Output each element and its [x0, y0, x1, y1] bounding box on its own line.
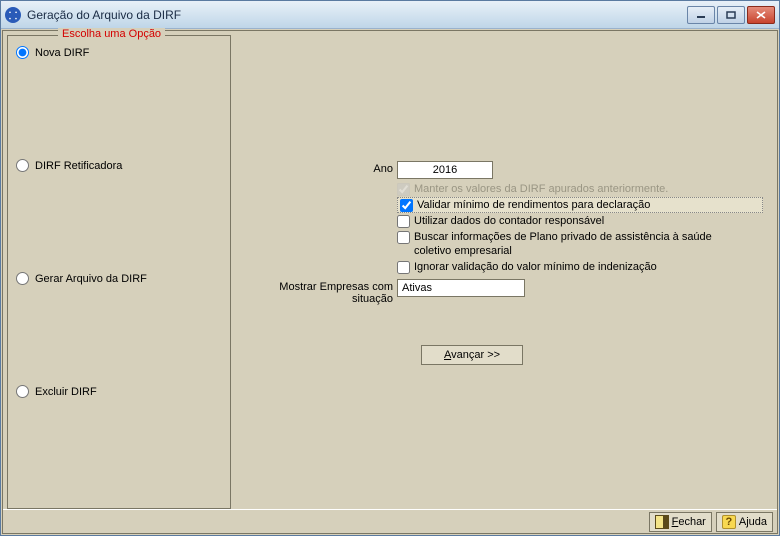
ajuda-button[interactable]: ? Ajuda	[716, 512, 773, 532]
radio-input-excluir-dirf[interactable]	[16, 385, 29, 398]
radio-label: Excluir DIRF	[35, 386, 97, 398]
form-area: Ano Manter os valores da DIRF apurados a…	[241, 161, 763, 365]
main-area: Escolha uma Opção Nova DIRF DIRF Retific…	[3, 31, 777, 509]
radio-gerar-arquivo[interactable]: Gerar Arquivo da DIRF	[16, 272, 222, 285]
checkbox-validar-minimo[interactable]	[400, 199, 413, 212]
checkbox-ignorar-validacao[interactable]	[397, 261, 410, 274]
checkbox-label: Ignorar validação do valor mínimo de ind…	[414, 260, 657, 274]
client-area: Escolha uma Opção Nova DIRF DIRF Retific…	[2, 30, 778, 534]
check-validar-minimo[interactable]: Validar mínimo de rendimentos para decla…	[397, 197, 763, 213]
ano-input[interactable]	[397, 161, 493, 179]
radio-dirf-retificadora[interactable]: DIRF Retificadora	[16, 159, 222, 172]
radio-nova-dirf[interactable]: Nova DIRF	[16, 46, 222, 59]
checkbox-buscar-plano[interactable]	[397, 231, 410, 244]
maximize-button[interactable]	[717, 6, 745, 24]
window: ⸬ Geração do Arquivo da DIRF Escolha uma…	[0, 0, 780, 536]
row-ano: Ano	[241, 161, 763, 179]
row-mostrar: Mostrar Empresas com situação	[241, 279, 763, 305]
window-title: Geração do Arquivo da DIRF	[27, 8, 181, 22]
maximize-icon	[726, 11, 736, 19]
radio-input-gerar-arquivo[interactable]	[16, 272, 29, 285]
check-ignorar-validacao[interactable]: Ignorar validação do valor mínimo de ind…	[397, 259, 763, 275]
app-icon: ⸬	[5, 7, 21, 23]
door-icon	[655, 515, 669, 529]
close-button[interactable]	[747, 6, 775, 24]
checkbox-label: Manter os valores da DIRF apurados anter…	[414, 182, 668, 196]
situacao-input[interactable]	[397, 279, 525, 297]
check-buscar-plano[interactable]: Buscar informações de Plano privado de a…	[397, 229, 763, 259]
titlebar: ⸬ Geração do Arquivo da DIRF	[1, 1, 779, 29]
checkbox-utilizar-contador[interactable]	[397, 215, 410, 228]
checkbox-label: Buscar informações de Plano privado de a…	[414, 230, 744, 258]
label-ano: Ano	[241, 161, 397, 175]
checkbox-label: Utilizar dados do contador responsável	[414, 214, 604, 228]
radio-label: DIRF Retificadora	[35, 160, 122, 172]
button-row: Avançar >>	[421, 345, 763, 365]
checkbox-label: Validar mínimo de rendimentos para decla…	[417, 198, 650, 212]
radio-label: Gerar Arquivo da DIRF	[35, 273, 147, 285]
group-legend: Escolha uma Opção	[58, 28, 165, 40]
statusbar: Fechar ? Ajuda	[3, 509, 777, 533]
checkbox-manter-valores	[397, 183, 410, 196]
fechar-button[interactable]: Fechar	[649, 512, 712, 532]
minimize-button[interactable]	[687, 6, 715, 24]
minimize-icon	[696, 11, 706, 19]
close-icon	[756, 11, 766, 19]
option-groupbox: Escolha uma Opção Nova DIRF DIRF Retific…	[7, 35, 231, 509]
check-manter-valores: Manter os valores da DIRF apurados anter…	[397, 181, 763, 197]
help-icon: ?	[722, 515, 736, 529]
check-utilizar-contador[interactable]: Utilizar dados do contador responsável	[397, 213, 763, 229]
checkbox-stack: Manter os valores da DIRF apurados anter…	[397, 181, 763, 275]
radio-label: Nova DIRF	[35, 47, 89, 59]
radio-input-nova-dirf[interactable]	[16, 46, 29, 59]
label-mostrar: Mostrar Empresas com situação	[241, 279, 397, 305]
avancar-button[interactable]: Avançar >>	[421, 345, 523, 365]
radio-excluir-dirf[interactable]: Excluir DIRF	[16, 385, 222, 398]
radio-input-dirf-retificadora[interactable]	[16, 159, 29, 172]
right-panel: Ano Manter os valores da DIRF apurados a…	[231, 35, 773, 509]
